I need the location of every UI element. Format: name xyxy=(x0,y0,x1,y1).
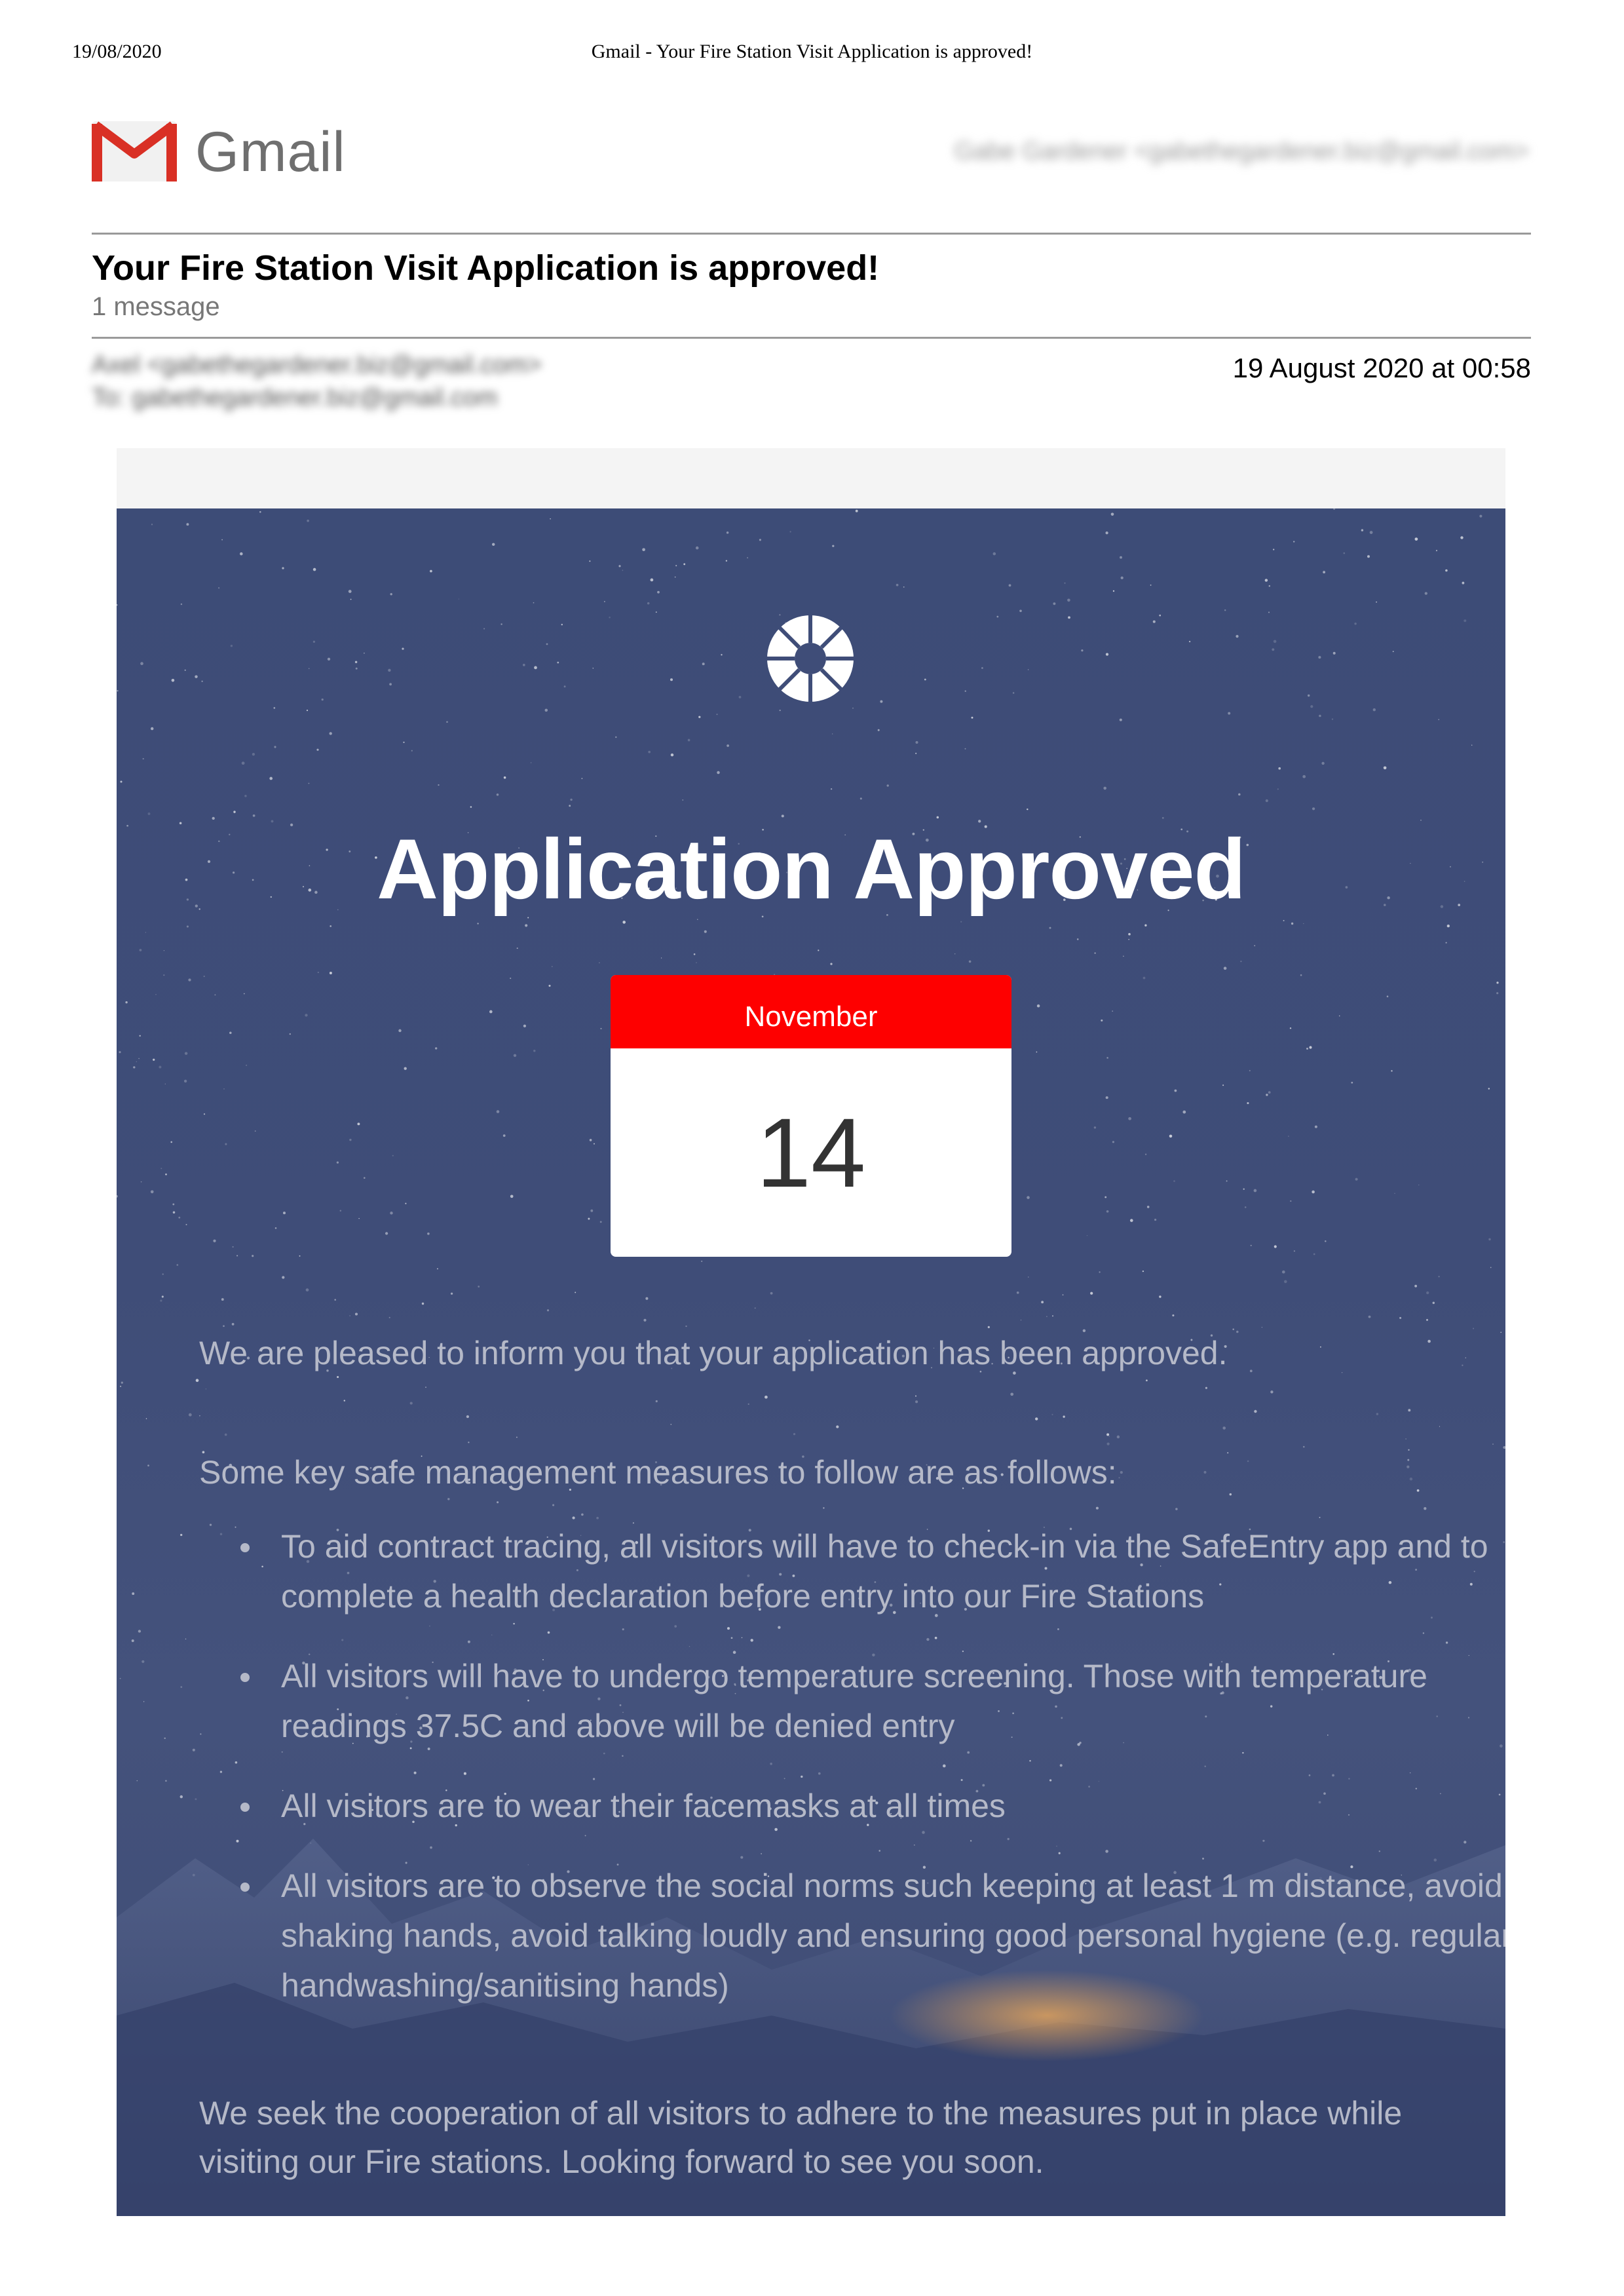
measure-item: To aid contract tracing, all visitors wi… xyxy=(240,1521,1505,1621)
hero-banner: Application Approved November 14 We are … xyxy=(117,508,1505,2216)
gmail-logo[interactable]: Gmail xyxy=(92,121,346,187)
message-count: 1 message xyxy=(92,292,220,321)
measure-item: All visitors are to observe the social n… xyxy=(240,1861,1505,2010)
measure-item: All visitors will have to undergo temper… xyxy=(240,1651,1505,1751)
calendar-month: November xyxy=(611,975,1011,1048)
calendar-day: 14 xyxy=(756,1098,866,1208)
email-body: Application Approved November 14 We are … xyxy=(117,448,1505,2216)
gmail-envelope-icon xyxy=(92,121,177,182)
measures-list: To aid contract tracing, all visitors wi… xyxy=(199,1521,1505,2040)
account-email: Gabe Gardener <gabethegardener.biz@gmail… xyxy=(954,138,1529,165)
gmail-wordmark: Gmail xyxy=(195,121,346,183)
recipient: To: gabethegardener.biz@gmail.com xyxy=(92,384,498,411)
aperture-logo-icon xyxy=(767,615,854,702)
closing-text: We seek the cooperation of all visitors … xyxy=(199,2095,1403,2180)
header-divider xyxy=(92,233,1531,235)
approval-headline: Application Approved xyxy=(377,821,1246,917)
print-title: Gmail - Your Fire Station Visit Applicat… xyxy=(591,41,1033,62)
subject-divider xyxy=(92,337,1531,339)
measures-intro: Some key safe management measures to fol… xyxy=(199,1454,1117,1491)
calendar-card: November 14 xyxy=(611,975,1011,1257)
measure-item: All visitors are to wear their facemasks… xyxy=(240,1781,1505,1831)
thread-subject: Your Fire Station Visit Application is a… xyxy=(92,248,880,288)
sent-date: 19 August 2020 at 00:58 xyxy=(1232,353,1531,383)
sender: Axel <gabethegardener.biz@gmail.com> xyxy=(92,351,542,379)
intro-text: We are pleased to inform you that your a… xyxy=(199,1335,1228,1371)
